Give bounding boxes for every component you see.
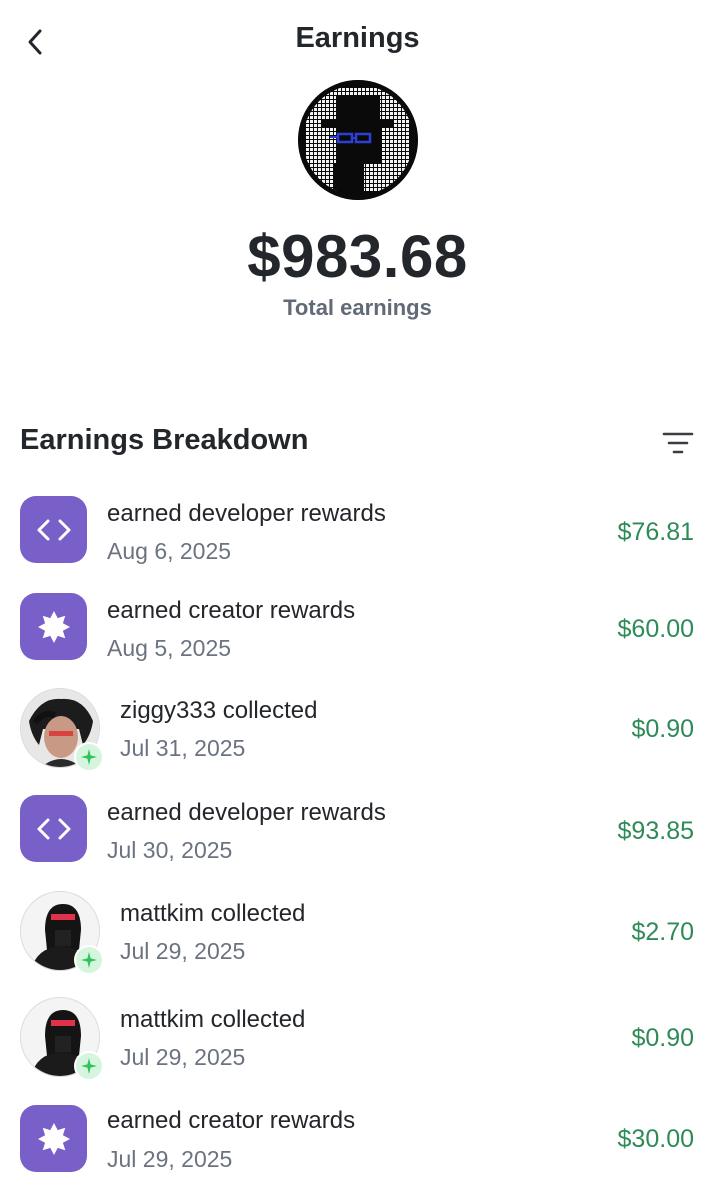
creator-rewards-icon <box>20 593 87 660</box>
item-date: Jul 31, 2025 <box>120 735 246 761</box>
code-icon <box>37 519 70 540</box>
item-amount: $93.85 <box>617 817 694 845</box>
profile-avatar <box>298 80 418 200</box>
sparkle-icon <box>81 1058 97 1074</box>
item-title: ziggy333 collected <box>120 697 318 724</box>
item-date: Jul 29, 2025 <box>120 1044 246 1070</box>
creator-rewards-icon <box>20 1105 87 1172</box>
item-date: Jul 30, 2025 <box>107 837 233 863</box>
item-amount: $30.00 <box>617 1125 694 1153</box>
item-date: Jul 29, 2025 <box>107 1146 233 1172</box>
item-title: earned creator rewards <box>107 597 356 624</box>
collect-badge <box>74 1051 104 1081</box>
total-earnings-label: Total earnings <box>283 295 432 320</box>
item-amount: $2.70 <box>631 918 694 946</box>
item-title: mattkim collected <box>120 900 306 927</box>
section-title: Earnings Breakdown <box>20 424 309 456</box>
item-date: Aug 5, 2025 <box>107 635 232 661</box>
item-amount: $76.81 <box>617 518 694 546</box>
starburst-icon <box>37 1122 70 1155</box>
list-item[interactable]: earned developer rewards Jul 30, 2025 $9… <box>0 779 715 879</box>
top-bar: Earnings <box>0 0 715 82</box>
code-icon <box>37 818 70 839</box>
list-item[interactable]: ziggy333 collected Jul 31, 2025 $0.90 <box>0 678 715 778</box>
item-title: earned creator rewards <box>107 1107 356 1134</box>
sparkle-icon <box>81 749 97 765</box>
list-item[interactable]: mattkim collected Jul 29, 2025 $2.70 <box>0 880 715 980</box>
item-amount: $0.90 <box>631 1024 694 1052</box>
developer-rewards-icon <box>20 496 87 563</box>
starburst-icon <box>37 610 70 643</box>
page-title: Earnings <box>295 22 420 54</box>
collect-badge <box>74 742 104 772</box>
item-amount: $60.00 <box>617 615 694 643</box>
filter-button[interactable] <box>656 426 700 460</box>
item-date: Aug 6, 2025 <box>107 538 232 564</box>
item-amount: $0.90 <box>631 715 694 743</box>
list-item[interactable]: earned creator rewards Jul 29, 2025 $30.… <box>0 1088 715 1188</box>
list-item[interactable]: earned creator rewards Aug 5, 2025 $60.0… <box>0 577 715 677</box>
list-item[interactable]: mattkim collected Jul 29, 2025 $0.90 <box>0 987 715 1087</box>
filter-icon <box>662 432 694 454</box>
developer-rewards-icon <box>20 795 87 862</box>
list-item[interactable]: earned developer rewards Aug 6, 2025 $76… <box>0 480 715 580</box>
item-title: earned developer rewards <box>107 500 386 527</box>
total-earnings-amount: $983.68 <box>247 223 468 290</box>
item-date: Jul 29, 2025 <box>120 938 246 964</box>
item-title: earned developer rewards <box>107 799 386 826</box>
item-title: mattkim collected <box>120 1006 306 1033</box>
collect-badge <box>74 945 104 975</box>
sparkle-icon <box>81 952 97 968</box>
